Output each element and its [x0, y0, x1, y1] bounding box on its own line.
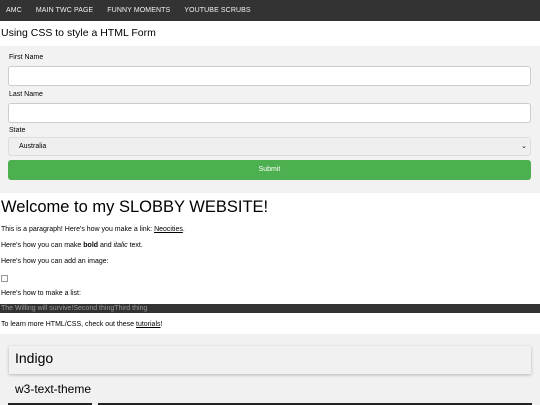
learn-more-paragraph: To learn more HTML/CSS, check out these … [1, 321, 162, 328]
top-navigation: AMC MAIN TWC PAGE FUNNY MOMENTS YOUTUBE … [0, 0, 540, 21]
list-item: Second thing [73, 305, 115, 312]
neocities-link[interactable]: Neocities [154, 226, 183, 233]
text-theme-heading: w3-text-theme [15, 382, 92, 396]
state-select-value: Australia [19, 143, 47, 150]
list-item: Third thing [114, 305, 148, 312]
form-container: First Name Last Name State Australia ⌄ S… [0, 46, 540, 193]
nav-link-youtube-scrubs[interactable]: YOUTUBE SCRUBS [177, 0, 257, 21]
bold-text: bold [83, 242, 99, 249]
nav-link-amc[interactable]: AMC [0, 0, 29, 21]
learn-more-end: ! [160, 321, 163, 328]
paragraph-link: This is a paragraph! Here's how you make… [1, 226, 185, 233]
state-label: State [9, 127, 26, 134]
paragraph-link-end: . [182, 226, 185, 233]
list-item: The Willing will survive! [1, 305, 74, 312]
submit-button[interactable]: Submit [8, 160, 531, 180]
formatting-end: text. [127, 242, 143, 249]
welcome-heading: Welcome to my SLOBBY WEBSITE! [1, 198, 269, 216]
italic-text: italic [113, 242, 128, 249]
list: The Willing will survive!Second thingThi… [0, 304, 540, 313]
paragraph-link-text: This is a paragraph! Here's how you make… [1, 226, 155, 233]
nav-link-funny-moments[interactable]: FUNNY MOMENTS [100, 0, 177, 21]
state-select[interactable]: Australia ⌄ [8, 137, 531, 156]
paragraph-formatting: Here's how you can make bold and italic … [1, 242, 143, 249]
first-name-input[interactable] [8, 66, 531, 86]
tutorials-link[interactable]: tutorials [136, 321, 161, 328]
theme-panel: Indigo w3-text-theme [0, 334, 540, 405]
form-heading: Using CSS to style a HTML Form [1, 27, 156, 39]
nav-link-main-twc-page[interactable]: MAIN TWC PAGE [29, 0, 100, 21]
last-name-input[interactable] [8, 103, 531, 123]
formatting-mid: and [98, 242, 114, 249]
formatting-text: Here's how you can make [1, 242, 84, 249]
indigo-card: Indigo [9, 346, 531, 374]
chevron-down-icon: ⌄ [521, 143, 527, 150]
indigo-card-title: Indigo [15, 350, 54, 366]
learn-more-text: To learn more HTML/CSS, check out these [1, 321, 136, 328]
paragraph-image: Here's how you can add an image: [1, 258, 109, 265]
broken-image-icon [1, 275, 8, 282]
first-name-label: First Name [9, 54, 44, 61]
last-name-label: Last Name [9, 91, 43, 98]
paragraph-list: Here's how to make a list: [1, 290, 81, 297]
